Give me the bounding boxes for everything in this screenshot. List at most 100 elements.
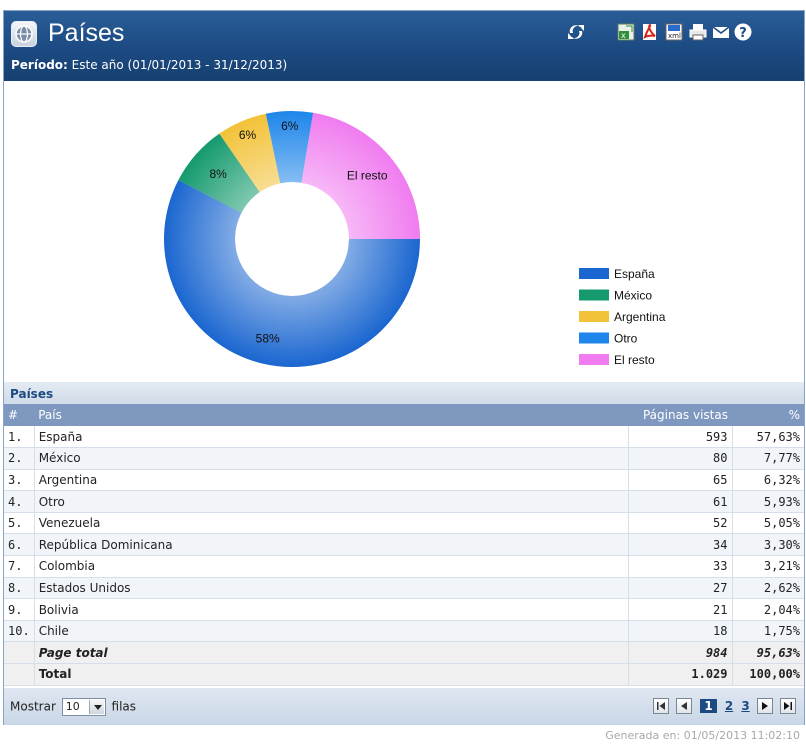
rows-suffix: filas <box>111 699 137 714</box>
col-header-country[interactable]: País <box>34 404 628 426</box>
cell-country: Bolivia <box>33 598 628 621</box>
table-footer: Mostrar 10 filas 1 2 3 <box>4 688 804 725</box>
svg-text:?: ? <box>739 26 747 41</box>
table-row[interactable]: 3. Argentina 65 6,32% <box>4 469 804 492</box>
cell-views: 65 <box>627 469 732 492</box>
svg-text:xml: xml <box>668 32 681 40</box>
cell-num: 1. <box>4 426 35 449</box>
cell-num: 6. <box>4 533 35 557</box>
cell-empty <box>4 663 35 686</box>
cell-pct: 5,05% <box>731 512 804 535</box>
prev-page-button[interactable] <box>676 698 693 714</box>
cell-views: 61 <box>627 490 732 513</box>
cell-num: 8. <box>4 577 35 600</box>
cell-country: Otro <box>33 490 628 513</box>
legend-swatch <box>579 354 609 365</box>
legend-label: México <box>614 289 652 303</box>
legend-swatch <box>579 268 609 279</box>
cell-num: 7. <box>4 555 35 578</box>
cell-total-label: Total <box>33 663 628 686</box>
period-text: Período: Este año (01/01/2013 - 31/12/20… <box>11 58 287 72</box>
cell-views: 21 <box>627 598 732 621</box>
table-row[interactable]: 6. República Dominicana 34 3,30% <box>4 533 804 557</box>
page-link-3[interactable]: 3 <box>741 699 749 713</box>
cell-total-label: Page total <box>33 641 628 665</box>
cell-country: República Dominicana <box>33 533 628 557</box>
rows-per-page: Mostrar 10 filas <box>10 698 136 716</box>
print-icon[interactable] <box>688 22 708 42</box>
first-page-icon <box>657 702 666 710</box>
period-label: Período: <box>11 58 68 72</box>
table-row[interactable]: 4. Otro 61 5,93% <box>4 490 804 513</box>
cell-num: 2. <box>4 447 35 470</box>
globe-icon <box>11 21 37 47</box>
next-page-button[interactable] <box>756 698 773 714</box>
page-link-1[interactable]: 1 <box>700 699 717 713</box>
rows-select[interactable]: 10 <box>61 698 106 716</box>
cell-pct: 3,30% <box>731 533 804 557</box>
period-value: Este año (01/01/2013 - 31/12/2013) <box>71 58 288 72</box>
chevron-down-icon[interactable] <box>88 700 104 714</box>
slice-label: 58% <box>256 332 280 346</box>
report-header: Países Período: Este año (01/01/2013 - 3… <box>4 11 804 81</box>
section-title: Países <box>4 382 804 404</box>
cell-empty <box>4 641 35 665</box>
table-row[interactable]: 1. España 593 57,63% <box>4 426 804 449</box>
table-row[interactable]: 9. Bolivia 21 2,04% <box>4 598 804 621</box>
cell-pct: 2,04% <box>731 598 804 621</box>
table-header-row: # País Páginas vistas % <box>4 404 804 426</box>
col-header-pct[interactable]: % <box>732 404 804 426</box>
cell-pct: 3,21% <box>731 555 804 578</box>
legend-label: España <box>614 267 655 281</box>
cell-country: Venezuela <box>33 512 628 535</box>
table-row[interactable]: 2. México 80 7,77% <box>4 447 804 470</box>
next-page-icon <box>761 702 768 710</box>
pie-chart-svg: 58% 8% 6% 6% El resto España México Argentina Ot… <box>164 111 666 367</box>
cell-pct: 1,75% <box>731 620 804 643</box>
refresh-icon[interactable] <box>566 22 586 42</box>
table-row[interactable]: 8. Estados Unidos 27 2,62% <box>4 577 804 600</box>
svg-text:x: x <box>621 31 626 40</box>
page-link-2[interactable]: 2 <box>725 699 733 713</box>
cell-views: 18 <box>627 620 732 643</box>
cell-pct: 5,93% <box>731 490 804 513</box>
first-page-button[interactable] <box>653 698 670 714</box>
cell-total-views: 984 <box>627 641 732 665</box>
cell-views: 593 <box>627 426 732 449</box>
col-header-num[interactable]: # <box>4 404 35 426</box>
cell-num: 10. <box>4 620 35 643</box>
legend-label: Otro <box>614 332 638 346</box>
excel-export-icon[interactable]: x <box>616 22 636 42</box>
cell-num: 9. <box>4 598 35 621</box>
cell-num: 5. <box>4 512 35 535</box>
slice-label: 8% <box>210 167 228 181</box>
cell-views: 27 <box>627 577 732 600</box>
table-row[interactable]: 10. Chile 18 1,75% <box>4 620 804 643</box>
generated-timestamp: Generada en: 01/05/2013 11:02:10 <box>605 729 800 742</box>
pie-chart: 58% 8% 6% 6% El resto España México Argentina Ot… <box>4 81 804 381</box>
page-title: Países <box>48 19 125 47</box>
email-icon[interactable] <box>711 22 731 42</box>
help-icon[interactable]: ? <box>733 22 753 42</box>
cell-pct: 6,32% <box>731 469 804 492</box>
cell-num: 4. <box>4 490 35 513</box>
legend-swatch <box>579 289 609 301</box>
table-row[interactable]: 7. Colombia 33 3,21% <box>4 555 804 578</box>
cell-num: 3. <box>4 469 35 492</box>
show-label: Mostrar <box>10 699 56 714</box>
cell-total-pct: 95,63% <box>731 641 804 665</box>
legend-swatch <box>579 311 609 322</box>
cell-country: España <box>33 426 628 449</box>
rows-select-value: 10 <box>65 700 80 713</box>
cell-pct: 7,77% <box>731 447 804 470</box>
pdf-export-icon[interactable] <box>640 22 660 42</box>
xml-export-icon[interactable]: xml <box>664 22 684 42</box>
last-page-button[interactable] <box>780 698 796 714</box>
total-row: Total 1.029 100,00% <box>4 663 804 686</box>
legend-label: Argentina <box>614 310 666 324</box>
slice-label: El resto <box>347 168 388 182</box>
col-header-views[interactable]: Páginas vistas <box>628 404 732 426</box>
table-row[interactable]: 5. Venezuela 52 5,05% <box>4 512 804 535</box>
countries-table: # País Páginas vistas % 1. España 593 57,63… <box>4 404 804 686</box>
last-page-icon <box>784 702 792 710</box>
